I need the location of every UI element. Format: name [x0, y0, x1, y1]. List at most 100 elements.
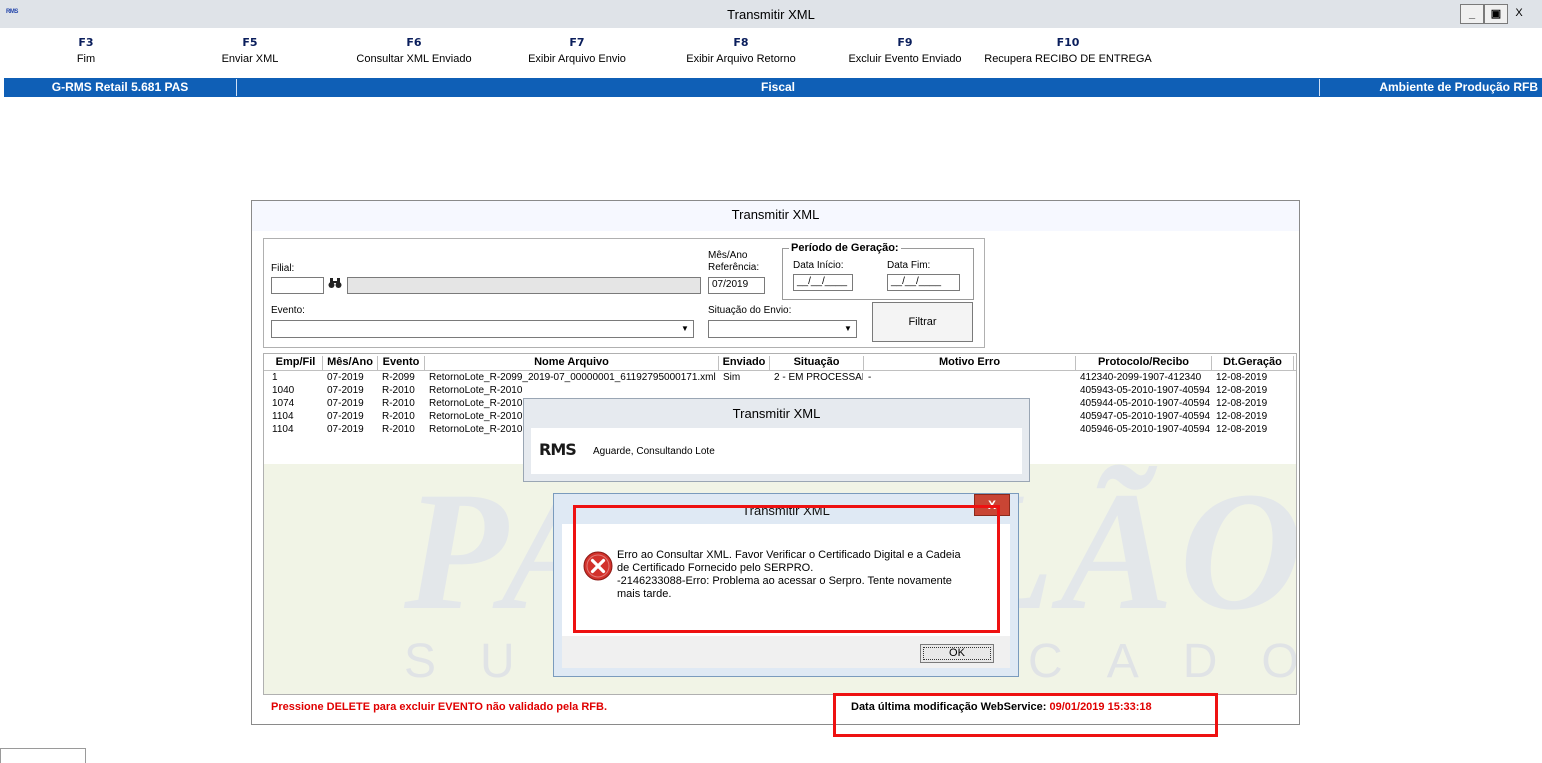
fkey-code: F9 — [897, 36, 913, 49]
filial-input[interactable] — [271, 277, 324, 294]
fkey-label: Recupera RECIBO DE ENTREGA — [984, 53, 1152, 65]
error-highlight-box — [573, 505, 1000, 633]
fkey-recupera-recibo[interactable]: F10 Recupera RECIBO DE ENTREGA — [984, 36, 1152, 65]
cell-dt-geracao: 12-08-2019 — [1216, 385, 1268, 396]
col-header-dt-geracao[interactable]: Dt.Geração — [1212, 356, 1294, 370]
header-divider — [264, 370, 1296, 371]
close-window-icon[interactable]: X — [1508, 4, 1530, 22]
lote-dialog-title: Transmitir XML — [732, 406, 821, 421]
restore-icon[interactable]: ▣ — [1484, 4, 1508, 24]
cell-empfil: 1104 — [272, 424, 294, 435]
cell-nome-arquivo: RetornoLote_R-2010 — [429, 424, 523, 435]
cell-nome-arquivo: RetornoLote_R-2010 — [429, 398, 523, 409]
cell-situacao: 2 - EM PROCESSAMENTO — [774, 372, 863, 383]
window-title: Transmitir XML — [727, 7, 815, 22]
cell-empfil: 1040 — [272, 385, 295, 396]
chevron-down-icon[interactable]: ▼ — [841, 322, 855, 336]
fkey-fim[interactable]: F3 Fim — [77, 36, 95, 65]
fkey-label: Excluir Evento Enviado — [848, 53, 962, 65]
fkey-code: F3 — [78, 36, 94, 49]
fkey-label: Exibir Arquivo Retorno — [686, 53, 796, 65]
evento-select[interactable]: ▼ — [271, 320, 694, 338]
col-header-evento[interactable]: Evento — [378, 356, 425, 370]
data-fim-input[interactable]: __/__/____ — [887, 274, 960, 291]
binoculars-icon[interactable] — [327, 277, 343, 293]
col-header-enviado[interactable]: Enviado — [719, 356, 770, 370]
filial-name-field — [347, 277, 701, 294]
fkey-excluir-evento[interactable]: F9 Excluir Evento Enviado — [848, 36, 961, 65]
minimize-icon[interactable]: _ — [1460, 4, 1484, 24]
fkey-enviar-xml[interactable]: F5 Enviar XML — [222, 36, 279, 65]
cell-protocolo: 405944-05-2010-1907-405944 — [1080, 398, 1210, 409]
col-header-motivo-erro[interactable]: Motivo Erro — [864, 356, 1076, 370]
cell-mesano: 07-2019 — [327, 411, 364, 422]
cell-evento: R-2010 — [382, 424, 415, 435]
filter-box: Filial: Mês/Ano Referência: 07/2019 Perí… — [263, 238, 985, 348]
fkey-code: F10 — [1056, 36, 1080, 49]
cell-evento: R-2099 — [382, 372, 415, 383]
col-header-nome-arquivo[interactable]: Nome Arquivo — [425, 356, 719, 370]
col-header-empfil[interactable]: Emp/Fil — [269, 356, 323, 370]
cell-evento: R-2010 — [382, 385, 415, 396]
fkey-code: F5 — [242, 36, 258, 49]
status-bar: G-RMS Retail 5.681 PAS Fiscal Ambiente d… — [4, 78, 1542, 97]
environment-label: Ambiente de Produção RFB — [1379, 80, 1538, 94]
fkey-label: Fim — [76, 53, 96, 65]
module-label: Fiscal — [760, 80, 796, 94]
cell-protocolo: 405947-05-2010-1907-405947 — [1080, 411, 1210, 422]
col-header-situacao[interactable]: Situação — [770, 356, 864, 370]
fkey-consultar-xml[interactable]: F6 Consultar XML Enviado — [356, 36, 471, 65]
window-title-bar: RMS Transmitir XML _ ▣ X — [0, 0, 1542, 28]
panel-title: Transmitir XML — [731, 207, 820, 222]
cell-empfil: 1104 — [272, 411, 294, 422]
cell-mesano: 07-2019 — [327, 398, 364, 409]
filial-label: Filial: — [271, 263, 295, 274]
cell-protocolo: 405943-05-2010-1907-405943 — [1080, 385, 1210, 396]
periodo-geracao-group: Período de Geração: Data Início: __/__/_… — [782, 242, 974, 300]
lote-dialog-body: RMS Aguarde, Consultando Lote — [531, 428, 1022, 474]
cell-mesano: 07-2019 — [327, 424, 364, 435]
cell-protocolo: 405946-05-2010-1907-405946 — [1080, 424, 1210, 435]
cell-dt-geracao: 12-08-2019 — [1216, 398, 1268, 409]
fkey-label: Consultar XML Enviado — [356, 53, 472, 65]
cell-evento: R-2010 — [382, 411, 415, 422]
periodo-label: Período de Geração: — [789, 242, 901, 254]
fkey-code: F7 — [569, 36, 585, 49]
fkey-label: Exibir Arquivo Envio — [528, 53, 626, 65]
cell-nome-arquivo: RetornoLote_R-2010 — [429, 411, 523, 422]
mes-ano-input[interactable]: 07/2019 — [708, 277, 765, 294]
evento-label: Evento: — [271, 305, 305, 316]
filtrar-button[interactable]: Filtrar — [872, 302, 973, 342]
cell-evento: R-2010 — [382, 398, 415, 409]
fkey-code: F6 — [406, 36, 422, 49]
cell-dt-geracao: 12-08-2019 — [1216, 372, 1268, 383]
situacao-label: Situação do Envio: — [708, 305, 792, 316]
mes-ano-label: Mês/Ano — [708, 250, 748, 261]
ok-button[interactable]: OK — [920, 644, 994, 663]
fkey-exibir-envio[interactable]: F7 Exibir Arquivo Envio — [528, 36, 626, 65]
fkey-code: F8 — [733, 36, 749, 49]
delete-hint: Pressione DELETE para excluir EVENTO não… — [271, 701, 608, 713]
version-label: G-RMS Retail 5.681 PAS — [51, 80, 189, 94]
cell-enviado: Sim — [723, 372, 741, 383]
cell-nome-arquivo: RetornoLote_R-2010 — [429, 385, 523, 396]
consultando-lote-dialog: Transmitir XML RMS Aguarde, Consultando … — [523, 398, 1030, 482]
chevron-down-icon[interactable]: ▼ — [678, 322, 692, 336]
data-fim-label: Data Fim: — [887, 260, 931, 271]
situacao-select[interactable]: ▼ — [708, 320, 857, 338]
lote-message: Aguarde, Consultando Lote — [593, 446, 715, 457]
cell-nome-arquivo: RetornoLote_R-2099_2019-07_00000001_6119… — [429, 372, 716, 383]
cell-motivo-erro: - — [868, 372, 872, 383]
webservice-highlight-box — [833, 693, 1218, 737]
col-header-mesano[interactable]: Mês/Ano — [323, 356, 378, 370]
error-dialog-footer: OK — [562, 636, 1010, 668]
cell-mesano: 07-2019 — [327, 372, 364, 383]
data-inicio-input[interactable]: __/__/____ — [793, 274, 853, 291]
cell-empfil: 1 — [272, 372, 278, 383]
fkey-exibir-retorno[interactable]: F8 Exibir Arquivo Retorno — [686, 36, 795, 65]
cell-dt-geracao: 12-08-2019 — [1216, 424, 1268, 435]
cell-empfil: 1074 — [272, 398, 295, 409]
cell-protocolo: 412340-2099-1907-412340 — [1080, 372, 1202, 383]
col-header-protocolo[interactable]: Protocolo/Recibo — [1076, 356, 1212, 370]
data-inicio-label: Data Início: — [793, 260, 844, 271]
